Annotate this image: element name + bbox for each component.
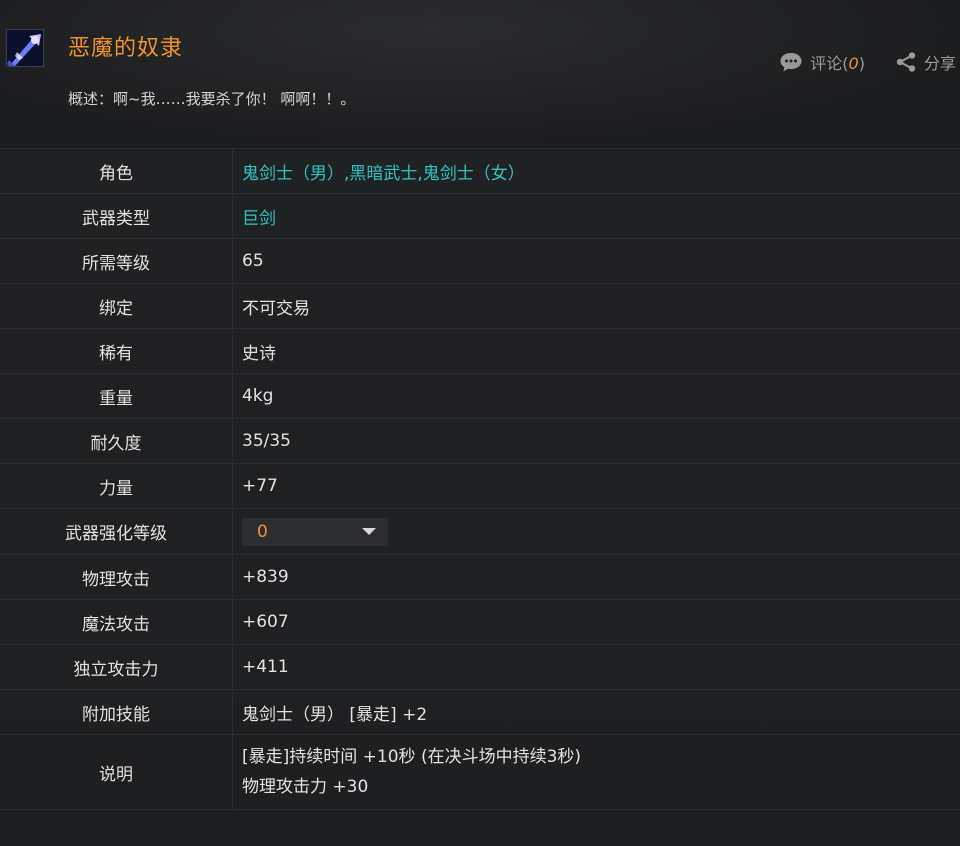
table-row: 武器强化等级 0	[0, 509, 960, 555]
row-value: 65	[242, 251, 264, 271]
row-value: 35/35	[242, 431, 291, 451]
item-description: 概述：啊~我……我要杀了你！ 啊啊！！。	[68, 90, 356, 108]
table-row: 重量 4kg	[0, 374, 960, 419]
table-row: 独立攻击力 +411	[0, 645, 960, 690]
comment-bubble-icon	[779, 51, 803, 73]
table-row: 物理攻击 +839	[0, 555, 960, 600]
item-detail-page: 恶魔的奴隶 概述：啊~我……我要杀了你！ 啊啊！！。 评论(0) 分享 角色 鬼…	[0, 0, 960, 846]
share-icon	[895, 51, 917, 73]
comment-label: 评论(0)	[810, 50, 865, 74]
item-attributes-table: 角色 鬼剑士（男）,黑暗武士,鬼剑士（女） 武器类型 巨剑 所需等级 65 绑定…	[0, 148, 960, 810]
row-label: 独立攻击力	[0, 645, 233, 689]
item-title: 恶魔的奴隶	[68, 36, 184, 61]
row-label: 武器强化等级	[0, 509, 233, 554]
table-row: 武器类型 巨剑	[0, 194, 960, 239]
row-label: 绑定	[0, 284, 233, 328]
row-value: +411	[242, 657, 289, 677]
row-label: 说明	[0, 735, 233, 809]
description-line: 物理攻击力 +30	[242, 777, 369, 797]
row-label: 角色	[0, 149, 233, 193]
weapon-type-link[interactable]: 巨剑	[233, 194, 960, 238]
comment-button[interactable]: 评论(0)	[779, 50, 865, 74]
comment-count: 0	[848, 54, 859, 73]
row-label: 武器类型	[0, 194, 233, 238]
row-value: 0	[233, 509, 960, 554]
row-value: 史诗	[242, 343, 276, 364]
table-row: 附加技能 鬼剑士（男） [暴走] +2	[0, 690, 960, 735]
row-label: 物理攻击	[0, 555, 233, 599]
row-value: 4kg	[242, 386, 274, 406]
table-row: 角色 鬼剑士（男）,黑暗武士,鬼剑士（女）	[0, 149, 960, 194]
row-label: 附加技能	[0, 690, 233, 734]
description-line: [暴走]持续时间 +10秒 (在决斗场中持续3秒)	[242, 747, 582, 767]
comment-label-text: 评论(	[810, 54, 849, 73]
role-value-link[interactable]: 鬼剑士（男）,黑暗武士,鬼剑士（女）	[233, 149, 960, 193]
row-value: +77	[242, 476, 278, 496]
row-label: 耐久度	[0, 419, 233, 463]
header-actions: 评论(0) 分享	[779, 50, 956, 74]
chevron-down-icon	[362, 528, 376, 535]
table-row: 绑定 不可交易	[0, 284, 960, 329]
row-label: 所需等级	[0, 239, 233, 283]
comment-label-close: )	[858, 54, 865, 73]
row-value: +607	[242, 612, 289, 632]
table-row: 说明 [暴走]持续时间 +10秒 (在决斗场中持续3秒) 物理攻击力 +30	[0, 735, 960, 809]
row-value: [暴走]持续时间 +10秒 (在决斗场中持续3秒) 物理攻击力 +30	[233, 735, 960, 809]
row-value: 鬼剑士（男） [暴走] +2	[242, 704, 428, 725]
enhance-level-value: 0	[257, 521, 268, 542]
row-value: +839	[242, 567, 289, 587]
row-label: 魔法攻击	[0, 600, 233, 644]
row-value: 不可交易	[242, 298, 310, 319]
share-button[interactable]: 分享	[895, 50, 956, 74]
row-label: 力量	[0, 464, 233, 508]
enhance-level-select[interactable]: 0	[242, 517, 388, 546]
table-row: 稀有 史诗	[0, 329, 960, 374]
row-label: 稀有	[0, 329, 233, 373]
share-label: 分享	[923, 54, 956, 73]
table-row: 力量 +77	[0, 464, 960, 509]
item-header: 恶魔的奴隶 概述：啊~我……我要杀了你！ 啊啊！！。 评论(0) 分享	[0, 0, 960, 148]
table-row: 所需等级 65	[0, 239, 960, 284]
row-label: 重量	[0, 374, 233, 418]
table-row: 魔法攻击 +607	[0, 600, 960, 645]
table-row: 耐久度 35/35	[0, 419, 960, 464]
sword-item-icon	[6, 29, 44, 67]
